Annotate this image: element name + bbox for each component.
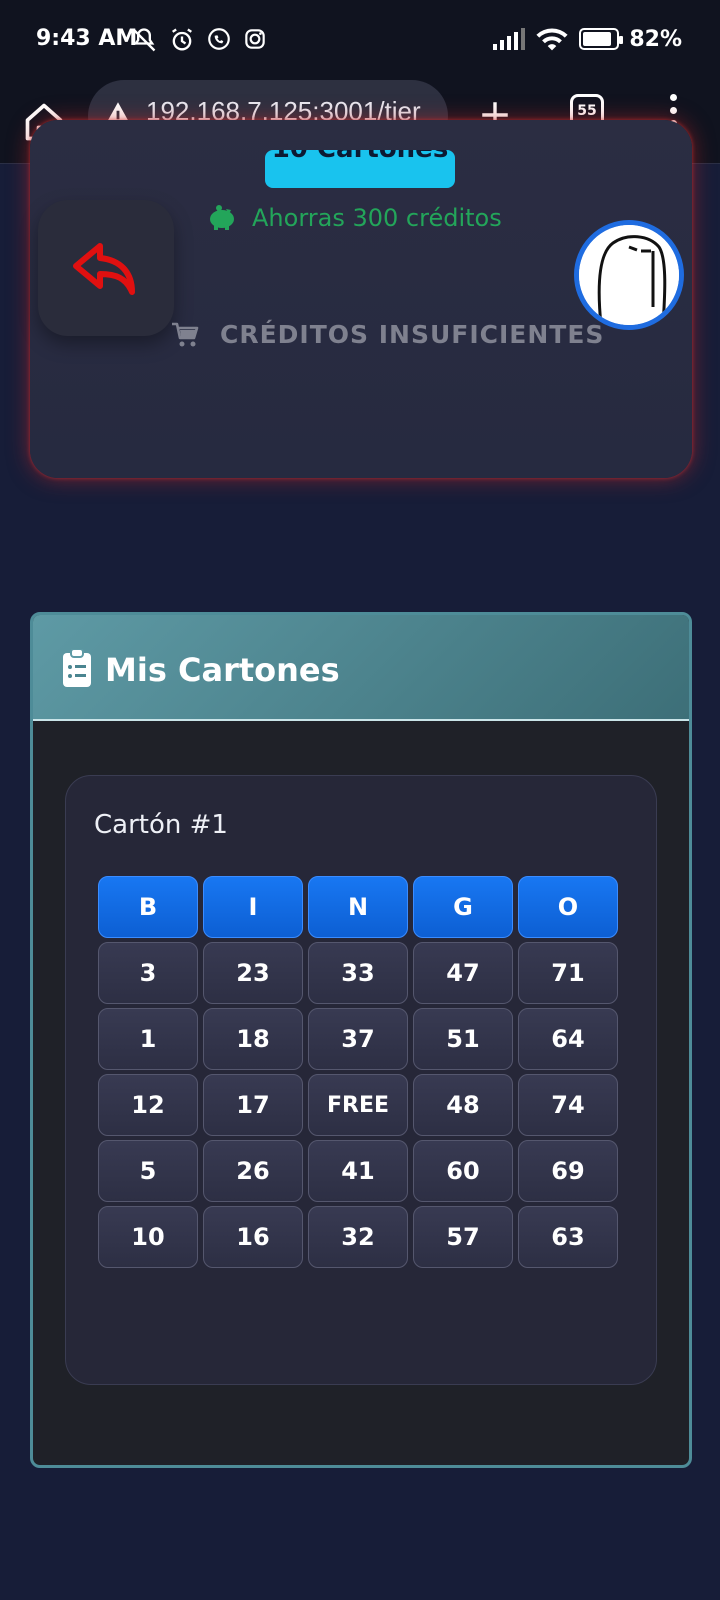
bingo-number-cell[interactable]: 12 [98, 1074, 198, 1136]
avatar[interactable] [574, 220, 684, 330]
signal-icon [493, 28, 526, 50]
status-notification-icons [130, 26, 268, 54]
battery-icon [579, 28, 624, 50]
status-system-icons: 82% [491, 26, 682, 52]
cart-icon [172, 322, 199, 346]
insufficient-credits-text: CRÉDITOS INSUFICIENTES [220, 320, 605, 349]
instagram-icon [245, 29, 265, 49]
whatsapp-icon [208, 28, 230, 50]
reply-arrow-icon [73, 243, 135, 295]
cartones-badge: 10 Cartones [265, 150, 455, 188]
bingo-number-cell[interactable]: 33 [308, 942, 408, 1004]
bingo-number-cell[interactable]: 60 [413, 1140, 513, 1202]
bingo-number-cell[interactable]: 74 [518, 1074, 618, 1136]
bingo-number-cell[interactable]: 1 [98, 1008, 198, 1070]
back-button[interactable] [38, 200, 174, 336]
carton-title: Cartón #1 [94, 810, 228, 840]
mis-cartones-title: Mis Cartones [105, 651, 340, 689]
bingo-column-header: B [98, 876, 198, 938]
status-bar: 9:43 AM 82% [0, 0, 720, 80]
bingo-number-cell[interactable]: 48 [413, 1074, 513, 1136]
clipboard-list-icon [63, 649, 91, 687]
bingo-column-header: G [413, 876, 513, 938]
bingo-number-cell[interactable]: 32 [308, 1206, 408, 1268]
carton-card: Cartón #1 B I N G O 3 23 33 47 71 1 18 37 51 64 12 17 FRE… [65, 775, 657, 1385]
bingo-column-header: I [203, 876, 303, 938]
status-time: 9:43 AM [36, 26, 138, 51]
battery-percentage: 82% [629, 26, 682, 52]
bingo-number-cell[interactable]: 37 [308, 1008, 408, 1070]
bingo-number-cell[interactable]: 69 [518, 1140, 618, 1202]
bingo-number-cell[interactable]: 41 [308, 1140, 408, 1202]
piggy-bank-icon [210, 205, 234, 230]
bingo-number-cell[interactable]: 17 [203, 1074, 303, 1136]
bingo-number-cell[interactable]: 51 [413, 1008, 513, 1070]
bingo-number-cell[interactable]: 23 [203, 942, 303, 1004]
bingo-number-cell[interactable]: 26 [203, 1140, 303, 1202]
bingo-number-cell[interactable]: 57 [413, 1206, 513, 1268]
bingo-free-cell[interactable]: FREE [308, 1074, 408, 1136]
mis-cartones-header: Mis Cartones [33, 615, 689, 721]
bingo-number-cell[interactable]: 47 [413, 942, 513, 1004]
avatar-face-drawing [579, 225, 679, 325]
bingo-number-cell[interactable]: 18 [203, 1008, 303, 1070]
mute-icon [132, 28, 156, 52]
bingo-number-cell[interactable]: 71 [518, 942, 618, 1004]
bingo-column-header: O [518, 876, 618, 938]
mis-cartones-panel: Mis Cartones Cartón #1 B I N G O 3 23 33 47 71 1 18… [30, 612, 692, 1468]
bingo-column-header: N [308, 876, 408, 938]
bingo-number-cell[interactable]: 63 [518, 1206, 618, 1268]
wifi-icon [536, 28, 568, 51]
cartones-badge-label: 10 Cartones [265, 150, 455, 164]
buy-button-disabled[interactable]: CRÉDITOS INSUFICIENTES [170, 320, 604, 349]
bingo-number-cell[interactable]: 64 [518, 1008, 618, 1070]
bingo-grid: B I N G O 3 23 33 47 71 1 18 37 51 64 12 17 FREE 48 74 5 26 41… [98, 876, 618, 1268]
bingo-number-cell[interactable]: 16 [203, 1206, 303, 1268]
bingo-number-cell[interactable]: 5 [98, 1140, 198, 1202]
savings-label: Ahorras 300 créditos [206, 204, 502, 232]
alarm-icon [172, 28, 192, 51]
bingo-number-cell[interactable]: 10 [98, 1206, 198, 1268]
bingo-number-cell[interactable]: 3 [98, 942, 198, 1004]
savings-text: Ahorras 300 créditos [252, 204, 502, 232]
